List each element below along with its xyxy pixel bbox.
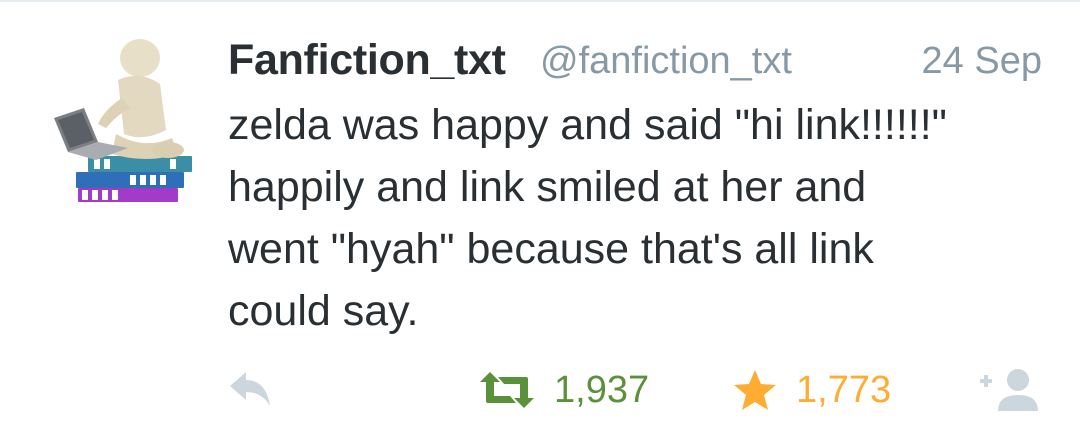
timestamp[interactable]: 24 Sep (922, 40, 1042, 83)
add-user-icon (980, 369, 1038, 411)
star-icon (734, 370, 776, 410)
avatar-figure-icon (54, 39, 192, 202)
retweet-icon (480, 372, 534, 408)
display-name[interactable]: Fanfiction_txt (228, 36, 506, 85)
tweet-text: zelda was happy and said "hi link!!!!!!"… (228, 101, 947, 335)
reply-icon (230, 372, 270, 406)
favorite-button[interactable]: 1,773 (732, 360, 891, 420)
tweet[interactable]: Fanfiction_txt @fanfiction_txt 24 Sep ze… (0, 0, 1080, 447)
tweet-header: Fanfiction_txt @fanfiction_txt 24 Sep (228, 36, 1048, 92)
retweet-count: 1,937 (554, 368, 650, 411)
reply-button[interactable] (226, 360, 274, 420)
retweet-button[interactable]: 1,937 (478, 360, 649, 420)
favorite-count: 1,773 (796, 368, 892, 411)
avatar[interactable] (48, 38, 198, 208)
user-handle[interactable]: @fanfiction_txt (540, 40, 792, 83)
follow-button[interactable] (978, 360, 1044, 420)
tweet-actions: 1,937 1,773 (0, 360, 1080, 420)
